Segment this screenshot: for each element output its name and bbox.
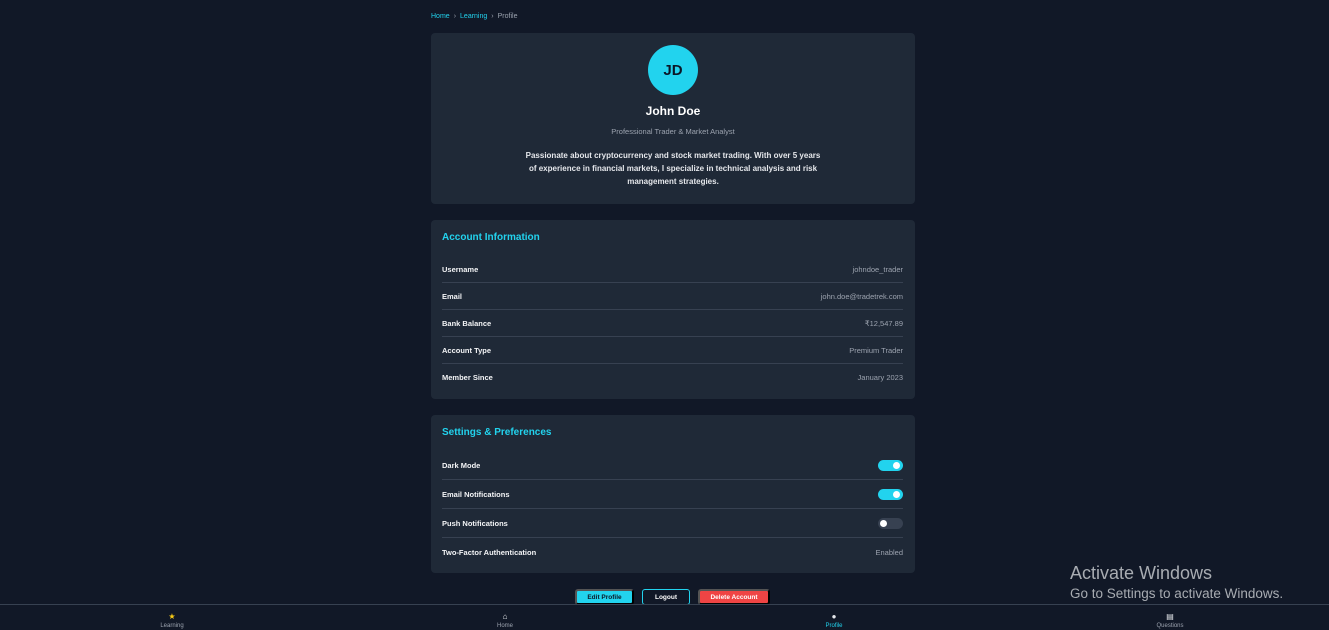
account-row-bank-balance: Bank Balance ₹12,547.89 [442, 310, 903, 337]
toggle-knob [893, 490, 900, 498]
row-value: ₹12,547.89 [864, 318, 903, 328]
edit-profile-button[interactable]: Edit Profile [575, 589, 634, 605]
nav-item-profile[interactable]: ● Profile [804, 612, 864, 629]
setting-row-push-notifications: Push Notifications [442, 509, 903, 538]
row-label: Two-Factor Authentication [442, 547, 537, 557]
watermark-title: Activate Windows [1070, 563, 1213, 583]
account-information-title: Account Information [442, 232, 540, 243]
account-row-username: Username johndoe_trader [442, 256, 903, 283]
row-label: Account Type [442, 345, 492, 355]
profile-title: Professional Trader & Market Analyst [611, 127, 735, 136]
clipboard-icon: ▤ [1166, 612, 1174, 621]
row-label: Email Notifications [442, 489, 510, 499]
account-row-account-type: Account Type Premium Trader [442, 337, 903, 364]
toggle-knob [880, 519, 887, 527]
breadcrumb-learning-link[interactable]: Learning [460, 13, 487, 20]
setting-row-dark-mode: Dark Mode [442, 451, 903, 480]
bottom-navigation: ★ Learning ⌂ Home ● Profile ▤ Questions [0, 604, 1329, 630]
dark-mode-toggle[interactable] [878, 459, 903, 471]
breadcrumb: Home › Learning › Profile [431, 13, 517, 20]
profile-name: John Doe [645, 104, 701, 118]
row-label: Bank Balance [442, 318, 492, 328]
nav-item-home[interactable]: ⌂ Home [475, 612, 535, 629]
setting-row-two-factor: Two-Factor Authentication Enabled [442, 538, 903, 566]
account-information-card: Account Information Username johndoe_tra… [431, 220, 915, 399]
row-label: Push Notifications [442, 518, 508, 528]
star-icon: ★ [168, 612, 176, 621]
nav-label: Learning [160, 623, 184, 629]
settings-title: Settings & Preferences [442, 427, 552, 438]
breadcrumb-separator: › [491, 13, 494, 20]
home-icon: ⌂ [502, 612, 508, 621]
profile-card: JD John Doe Professional Trader & Market… [431, 33, 915, 204]
logout-button[interactable]: Logout [642, 589, 690, 605]
breadcrumb-home-link[interactable]: Home [431, 13, 450, 20]
account-row-member-since: Member Since January 2023 [442, 364, 903, 390]
nav-label: Profile [825, 623, 843, 629]
row-label: Dark Mode [442, 460, 481, 470]
avatar: JD [648, 45, 698, 95]
row-label: Username [442, 264, 479, 274]
two-factor-status: Enabled [875, 547, 903, 557]
row-label: Email [442, 291, 463, 301]
delete-account-button[interactable]: Delete Account [698, 589, 770, 605]
row-value: johndoe_trader [852, 264, 903, 274]
nav-item-questions[interactable]: ▤ Questions [1140, 612, 1200, 629]
breadcrumb-separator: › [453, 13, 457, 20]
row-value: Premium Trader [849, 345, 903, 355]
avatar-initials: JD [663, 61, 683, 79]
push-notifications-toggle[interactable] [878, 517, 903, 529]
toggle-knob [893, 461, 900, 469]
breadcrumb-current: Profile [497, 13, 518, 20]
account-row-email: Email john.doe@tradetrek.com [442, 283, 903, 310]
nav-label: Questions [1156, 623, 1184, 629]
row-value: January 2023 [857, 372, 903, 382]
row-label: Member Since [442, 372, 493, 382]
profile-bio: Passionate about cryptocurrency and stoc… [525, 151, 821, 186]
email-notifications-toggle[interactable] [878, 488, 903, 500]
user-icon: ● [831, 612, 837, 621]
row-value: john.doe@tradetrek.com [820, 291, 903, 301]
watermark-subtitle: Go to Settings to activate Windows. [1070, 586, 1284, 601]
settings-card: Settings & Preferences Dark Mode Email N… [431, 415, 915, 573]
nav-item-learning[interactable]: ★ Learning [142, 612, 202, 629]
activate-windows-watermark: Activate Windows Go to Settings to activ… [1070, 563, 1283, 601]
nav-label: Home [496, 623, 513, 629]
setting-row-email-notifications: Email Notifications [442, 480, 903, 509]
